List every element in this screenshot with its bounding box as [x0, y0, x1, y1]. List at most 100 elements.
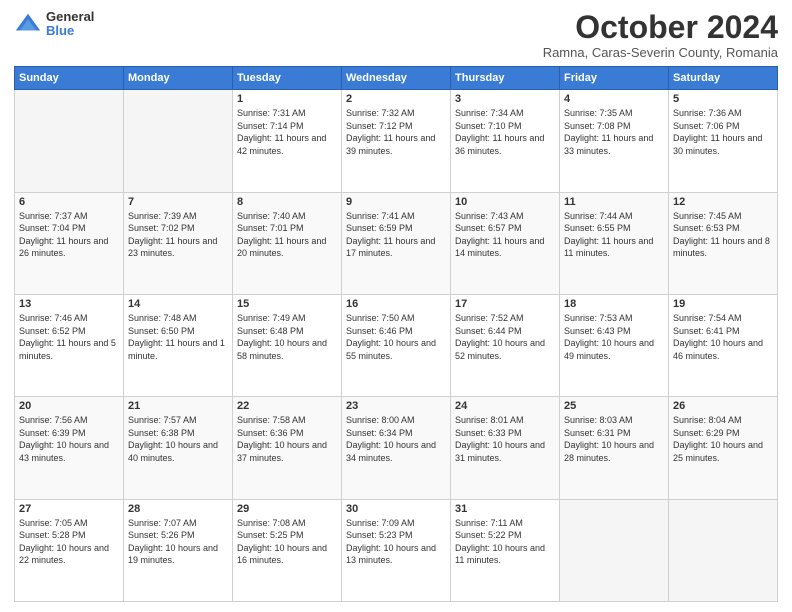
days-header-row: SundayMondayTuesdayWednesdayThursdayFrid…: [15, 67, 778, 90]
day-info: Sunrise: 7:54 AM Sunset: 6:41 PM Dayligh…: [673, 312, 773, 362]
logo-icon: [14, 10, 42, 38]
day-header-wednesday: Wednesday: [342, 67, 451, 90]
calendar-cell: 10 Sunrise: 7:43 AM Sunset: 6:57 PM Dayli…: [451, 192, 560, 294]
day-info: Sunrise: 7:36 AM Sunset: 7:06 PM Dayligh…: [673, 107, 773, 157]
day-number: 5: [673, 93, 773, 105]
calendar-cell: 3 Sunrise: 7:34 AM Sunset: 7:10 PM Daylig…: [451, 90, 560, 192]
calendar-cell: 12 Sunrise: 7:45 AM Sunset: 6:53 PM Dayli…: [669, 192, 778, 294]
day-info: Sunrise: 7:49 AM Sunset: 6:48 PM Dayligh…: [237, 312, 337, 362]
day-header-thursday: Thursday: [451, 67, 560, 90]
day-number: 15: [237, 298, 337, 310]
calendar-cell: 4 Sunrise: 7:35 AM Sunset: 7:08 PM Daylig…: [560, 90, 669, 192]
day-number: 31: [455, 503, 555, 515]
day-info: Sunrise: 7:31 AM Sunset: 7:14 PM Dayligh…: [237, 107, 337, 157]
day-info: Sunrise: 7:39 AM Sunset: 7:02 PM Dayligh…: [128, 210, 228, 260]
day-header-saturday: Saturday: [669, 67, 778, 90]
calendar-cell: 30 Sunrise: 7:09 AM Sunset: 5:23 PM Dayli…: [342, 499, 451, 601]
day-number: 12: [673, 196, 773, 208]
calendar-week-1: 1 Sunrise: 7:31 AM Sunset: 7:14 PM Daylig…: [15, 90, 778, 192]
calendar-cell: [15, 90, 124, 192]
calendar-cell: 31 Sunrise: 7:11 AM Sunset: 5:22 PM Dayli…: [451, 499, 560, 601]
calendar-cell: [560, 499, 669, 601]
day-info: Sunrise: 8:01 AM Sunset: 6:33 PM Dayligh…: [455, 414, 555, 464]
logo-general: General: [46, 10, 94, 24]
day-number: 16: [346, 298, 446, 310]
day-number: 18: [564, 298, 664, 310]
logo-text: General Blue: [46, 10, 94, 39]
calendar-cell: 19 Sunrise: 7:54 AM Sunset: 6:41 PM Dayli…: [669, 294, 778, 396]
day-number: 11: [564, 196, 664, 208]
calendar-week-5: 27 Sunrise: 7:05 AM Sunset: 5:28 PM Dayli…: [15, 499, 778, 601]
day-number: 27: [19, 503, 119, 515]
day-number: 20: [19, 400, 119, 412]
day-number: 4: [564, 93, 664, 105]
calendar-cell: 17 Sunrise: 7:52 AM Sunset: 6:44 PM Dayli…: [451, 294, 560, 396]
day-number: 14: [128, 298, 228, 310]
calendar-cell: 2Sunrise: 7:32 AM Sunset: 7:12 PM Daylig…: [342, 90, 451, 192]
calendar-cell: 25Sunrise: 8:03 AM Sunset: 6:31 PM Dayli…: [560, 397, 669, 499]
day-info: Sunrise: 7:43 AM Sunset: 6:57 PM Dayligh…: [455, 210, 555, 260]
day-number: 1: [237, 93, 337, 105]
day-number: 30: [346, 503, 446, 515]
day-number: 2: [346, 93, 446, 105]
day-info: Sunrise: 7:44 AM Sunset: 6:55 PM Dayligh…: [564, 210, 664, 260]
calendar-cell: 28Sunrise: 7:07 AM Sunset: 5:26 PM Dayli…: [124, 499, 233, 601]
day-info: Sunrise: 7:52 AM Sunset: 6:44 PM Dayligh…: [455, 312, 555, 362]
day-info: Sunrise: 7:35 AM Sunset: 7:08 PM Dayligh…: [564, 107, 664, 157]
day-number: 7: [128, 196, 228, 208]
calendar-cell: 8 Sunrise: 7:40 AM Sunset: 7:01 PM Daylig…: [233, 192, 342, 294]
calendar-week-4: 20 Sunrise: 7:56 AM Sunset: 6:39 PM Dayli…: [15, 397, 778, 499]
day-info: Sunrise: 8:03 AM Sunset: 6:31 PM Dayligh…: [564, 414, 664, 464]
calendar-cell: 16 Sunrise: 7:50 AM Sunset: 6:46 PM Dayli…: [342, 294, 451, 396]
calendar-cell: [669, 499, 778, 601]
day-info: Sunrise: 7:45 AM Sunset: 6:53 PM Dayligh…: [673, 210, 773, 260]
day-info: Sunrise: 7:46 AM Sunset: 6:52 PM Dayligh…: [19, 312, 119, 362]
day-info: Sunrise: 7:56 AM Sunset: 6:39 PM Dayligh…: [19, 414, 119, 464]
day-number: 9: [346, 196, 446, 208]
day-number: 26: [673, 400, 773, 412]
calendar-cell: 26 Sunrise: 8:04 AM Sunset: 6:29 PM Dayli…: [669, 397, 778, 499]
day-number: 3: [455, 93, 555, 105]
calendar-cell: 21 Sunrise: 7:57 AM Sunset: 6:38 PM Dayli…: [124, 397, 233, 499]
day-number: 21: [128, 400, 228, 412]
day-info: Sunrise: 7:05 AM Sunset: 5:28 PM Dayligh…: [19, 517, 119, 567]
location-subtitle: Ramna, Caras-Severin County, Romania: [543, 45, 778, 60]
calendar-cell: 22Sunrise: 7:58 AM Sunset: 6:36 PM Dayli…: [233, 397, 342, 499]
calendar-cell: 24Sunrise: 8:01 AM Sunset: 6:33 PM Dayli…: [451, 397, 560, 499]
logo: General Blue: [14, 10, 94, 39]
calendar-cell: 5 Sunrise: 7:36 AM Sunset: 7:06 PM Daylig…: [669, 90, 778, 192]
calendar-week-2: 6Sunrise: 7:37 AM Sunset: 7:04 PM Daylig…: [15, 192, 778, 294]
calendar-cell: 27 Sunrise: 7:05 AM Sunset: 5:28 PM Dayli…: [15, 499, 124, 601]
day-number: 8: [237, 196, 337, 208]
calendar-cell: [124, 90, 233, 192]
day-info: Sunrise: 8:00 AM Sunset: 6:34 PM Dayligh…: [346, 414, 446, 464]
day-info: Sunrise: 7:40 AM Sunset: 7:01 PM Dayligh…: [237, 210, 337, 260]
calendar-cell: 14Sunrise: 7:48 AM Sunset: 6:50 PM Dayli…: [124, 294, 233, 396]
calendar-cell: 20 Sunrise: 7:56 AM Sunset: 6:39 PM Dayli…: [15, 397, 124, 499]
month-title: October 2024: [543, 10, 778, 45]
day-info: Sunrise: 7:34 AM Sunset: 7:10 PM Dayligh…: [455, 107, 555, 157]
day-info: Sunrise: 7:09 AM Sunset: 5:23 PM Dayligh…: [346, 517, 446, 567]
day-info: Sunrise: 7:11 AM Sunset: 5:22 PM Dayligh…: [455, 517, 555, 567]
day-header-tuesday: Tuesday: [233, 67, 342, 90]
calendar-cell: 7 Sunrise: 7:39 AM Sunset: 7:02 PM Daylig…: [124, 192, 233, 294]
calendar-cell: 6Sunrise: 7:37 AM Sunset: 7:04 PM Daylig…: [15, 192, 124, 294]
calendar-cell: 23 Sunrise: 8:00 AM Sunset: 6:34 PM Dayli…: [342, 397, 451, 499]
day-number: 23: [346, 400, 446, 412]
day-number: 19: [673, 298, 773, 310]
calendar-cell: 29Sunrise: 7:08 AM Sunset: 5:25 PM Dayli…: [233, 499, 342, 601]
day-header-monday: Monday: [124, 67, 233, 90]
calendar-cell: 15 Sunrise: 7:49 AM Sunset: 6:48 PM Dayli…: [233, 294, 342, 396]
header: General Blue October 2024 Ramna, Caras-S…: [14, 10, 778, 60]
day-info: Sunrise: 8:04 AM Sunset: 6:29 PM Dayligh…: [673, 414, 773, 464]
day-number: 17: [455, 298, 555, 310]
calendar-cell: 13Sunrise: 7:46 AM Sunset: 6:52 PM Dayli…: [15, 294, 124, 396]
calendar-week-3: 13Sunrise: 7:46 AM Sunset: 6:52 PM Dayli…: [15, 294, 778, 396]
page: General Blue October 2024 Ramna, Caras-S…: [0, 0, 792, 612]
day-header-sunday: Sunday: [15, 67, 124, 90]
day-info: Sunrise: 7:57 AM Sunset: 6:38 PM Dayligh…: [128, 414, 228, 464]
day-info: Sunrise: 7:37 AM Sunset: 7:04 PM Dayligh…: [19, 210, 119, 260]
day-info: Sunrise: 7:50 AM Sunset: 6:46 PM Dayligh…: [346, 312, 446, 362]
day-number: 10: [455, 196, 555, 208]
day-info: Sunrise: 7:58 AM Sunset: 6:36 PM Dayligh…: [237, 414, 337, 464]
